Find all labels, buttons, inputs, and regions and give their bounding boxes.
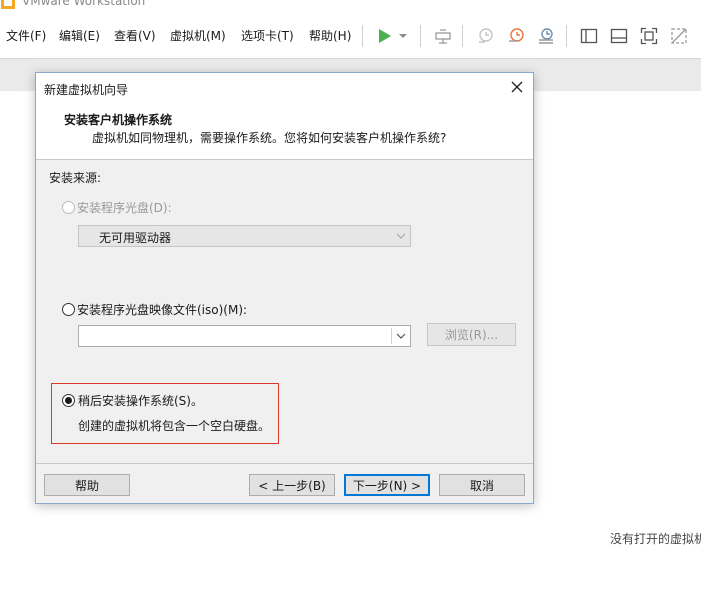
menu-vm[interactable]: 虚拟机(M) <box>170 27 226 44</box>
install-later-description: 创建的虚拟机将包含一个空白硬盘。 <box>78 419 271 433</box>
new-vm-wizard-dialog: 新建虚拟机向导 安装客户机操作系统 虚拟机如同物理机，需要操作系统。您将如何安装… <box>35 72 534 504</box>
disc-drive-select[interactable]: 无可用驱动器 <box>78 225 411 247</box>
cancel-button[interactable]: 取消 <box>439 474 525 496</box>
menu-edit[interactable]: 编辑(E) <box>59 27 100 44</box>
chevron-down-icon <box>396 233 406 239</box>
help-button[interactable]: 帮助 <box>44 474 130 496</box>
back-button[interactable]: < 上一步(B) <box>249 474 335 496</box>
radio-installer-disc[interactable] <box>62 201 75 214</box>
app-titlebar: VMware Workstation <box>0 0 701 12</box>
menu-tabs[interactable]: 选项卡(T) <box>241 27 294 44</box>
toolbar-separator <box>462 25 463 47</box>
disc-drive-value: 无可用驱动器 <box>99 231 172 245</box>
iso-path-combobox[interactable] <box>78 325 411 347</box>
header-subtitle: 虚拟机如同物理机，需要操作系统。您将如何安装客户机操作系统? <box>92 131 447 145</box>
snapshot-icon[interactable] <box>474 25 496 47</box>
vmware-logo-icon <box>1 0 15 9</box>
sidebar-toggle-icon[interactable] <box>578 25 600 47</box>
close-icon[interactable] <box>509 79 525 95</box>
dialog-header: 安装客户机操作系统 虚拟机如同物理机，需要操作系统。您将如何安装客户机操作系统? <box>36 103 533 160</box>
combo-divider <box>391 328 392 344</box>
fullscreen-icon[interactable] <box>638 25 660 47</box>
thumbnail-bar-icon[interactable] <box>608 25 630 47</box>
header-title: 安装客户机操作系统 <box>64 113 173 127</box>
menu-file[interactable]: 文件(F) <box>6 27 46 44</box>
app-title: VMware Workstation <box>22 0 146 8</box>
toolbar-separator <box>566 25 567 47</box>
dropdown-arrow-icon[interactable] <box>396 25 410 47</box>
footer-divider <box>36 463 533 464</box>
radio-install-later[interactable] <box>62 394 75 407</box>
iso-image-label: 安装程序光盘映像文件(iso)(M): <box>77 303 248 317</box>
toolbar-separator <box>362 25 363 47</box>
toolbar-separator <box>420 25 421 47</box>
next-button[interactable]: 下一步(N) > <box>344 474 430 496</box>
installer-disc-label: 安装程序光盘(D): <box>77 201 172 215</box>
menu-toolbar: 文件(F) 编辑(E) 查看(V) 虚拟机(M) 选项卡(T) 帮助(H) <box>0 16 701 56</box>
radio-iso-image[interactable] <box>62 303 75 316</box>
unity-icon[interactable] <box>668 25 690 47</box>
install-later-label: 稍后安装操作系统(S)。 <box>78 394 203 408</box>
browse-button[interactable]: 浏览(R)... <box>427 323 516 346</box>
chevron-down-icon[interactable] <box>396 332 406 340</box>
no-vm-message: 没有打开的虚拟机 <box>610 532 701 546</box>
send-keys-icon[interactable] <box>432 25 454 47</box>
install-source-label: 安装来源: <box>49 171 102 185</box>
dialog-title: 新建虚拟机向导 <box>44 83 129 97</box>
menu-view[interactable]: 查看(V) <box>114 27 156 44</box>
revert-snapshot-icon[interactable] <box>505 25 527 47</box>
dialog-titlebar: 新建虚拟机向导 <box>36 73 533 103</box>
snapshot-manager-icon[interactable] <box>535 25 557 47</box>
menu-help[interactable]: 帮助(H) <box>309 27 351 44</box>
play-icon[interactable] <box>373 25 395 47</box>
